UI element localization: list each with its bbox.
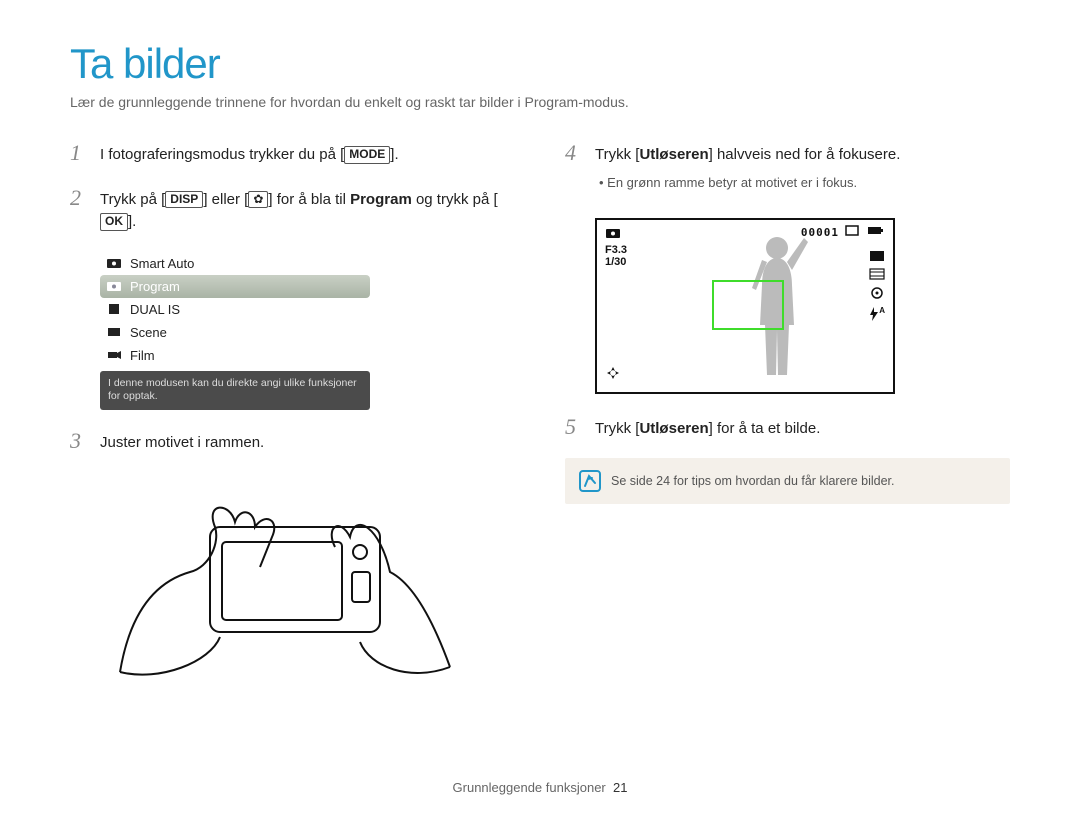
shutter-bold: Utløseren: [639, 146, 708, 163]
step2-pre: Trykk på [: [100, 191, 165, 208]
spacer: [565, 175, 583, 200]
camera-screen-mockup: F3.3 1/30 00001 A: [595, 218, 895, 394]
mode-label: Smart Auto: [130, 256, 194, 271]
step-number: 4: [565, 140, 583, 167]
step2-mid2: ] for å bla til: [268, 191, 350, 208]
film-icon: [106, 348, 122, 362]
flash-auto-icon: A: [869, 306, 885, 322]
disp-button-label: DISP: [165, 191, 203, 209]
shutter-bold: Utløseren: [639, 420, 708, 437]
left-column: 1 I fotograferingsmodus trykker du på [M…: [70, 140, 515, 702]
mode-description: I denne modusen kan du direkte angi ulik…: [100, 371, 370, 410]
step5-pre: Trykk [: [595, 420, 639, 437]
right-column: 4 Trykk [Utløseren] halvveis ned for å f…: [565, 140, 1010, 702]
step-5: 5 Trykk [Utløseren] for å ta et bilde.: [565, 414, 1010, 441]
mode-item-dual-is: DUAL IS: [100, 298, 370, 321]
mode-label: Program: [130, 279, 180, 294]
step-number: 3: [70, 428, 88, 455]
macro-icon: ✿: [248, 191, 268, 209]
camera-mode-icon: [605, 226, 621, 242]
camera-hold-illustration: [100, 472, 460, 702]
mode-item-film: Film: [100, 344, 370, 367]
tip-text: Se side 24 for tips om hvordan du får kl…: [611, 474, 894, 488]
step2-post: og trykk på [: [412, 191, 498, 208]
step-number: 2: [70, 185, 88, 234]
step-text: Trykk [Utløseren] for å ta et bilde.: [595, 414, 820, 441]
footer-label: Grunnleggende funksjoner: [453, 780, 606, 795]
info-icon: [579, 470, 601, 492]
dual-is-icon: [106, 302, 122, 316]
metering-icon: [869, 286, 885, 303]
stabilizer-icon: [605, 365, 621, 384]
card-icon: [845, 225, 859, 239]
mode-item-program: Program: [100, 275, 370, 298]
scene-icon: [106, 325, 122, 339]
step-text: Juster motivet i rammen.: [100, 428, 264, 455]
mode-item-scene: Scene: [100, 321, 370, 344]
mode-label: Film: [130, 348, 155, 363]
step-number: 5: [565, 414, 583, 441]
step1-post: ].: [390, 146, 398, 163]
step4-pre: Trykk [: [595, 146, 639, 163]
step5-post: ] for å ta et bilde.: [709, 420, 821, 437]
quality-icon: [869, 268, 885, 283]
shutter-label: 1/30: [605, 256, 626, 268]
smart-auto-icon: [106, 256, 122, 270]
page-subtitle: Lær de grunnleggende trinnene for hvorda…: [70, 94, 1010, 110]
mode-menu: Smart Auto Program DUAL IS Scene: [100, 252, 370, 410]
step2-end: ].: [128, 213, 136, 230]
step2-mid: ] eller [: [203, 191, 248, 208]
step-1: 1 I fotograferingsmodus trykker du på [M…: [70, 140, 515, 167]
step-text: I fotograferingsmodus trykker du på [MOD…: [100, 140, 399, 167]
step-text: Trykk [Utløseren] halvveis ned for å fok…: [595, 140, 900, 167]
step-4: 4 Trykk [Utløseren] halvveis ned for å f…: [565, 140, 1010, 167]
step-number: 1: [70, 140, 88, 167]
page-footer: Grunnleggende funksjoner 21: [0, 780, 1080, 795]
mode-label: DUAL IS: [130, 302, 180, 317]
counter-label: 00001: [801, 226, 839, 239]
step4-post: ] halvveis ned for å fokusere.: [709, 146, 901, 163]
step1-pre: I fotograferingsmodus trykker du på [: [100, 146, 344, 163]
aperture-label: F3.3: [605, 244, 627, 256]
step-2: 2 Trykk på [DISP] eller [✿] for å bla ti…: [70, 185, 515, 234]
step-4-sub: • En grønn ramme betyr at motivet er i f…: [565, 175, 1010, 200]
battery-icon: [867, 225, 885, 239]
page-title: Ta bilder: [70, 40, 1010, 88]
size-icon: [869, 250, 885, 265]
step-text: Trykk på [DISP] eller [✿] for å bla til …: [100, 185, 515, 234]
content-columns: 1 I fotograferingsmodus trykker du på [M…: [70, 140, 1010, 702]
ok-button-label: OK: [100, 213, 128, 231]
step-3: 3 Juster motivet i rammen.: [70, 428, 515, 455]
mode-item-smart-auto: Smart Auto: [100, 252, 370, 275]
focus-frame: [712, 280, 784, 330]
mode-button-label: MODE: [344, 146, 390, 164]
footer-page-number: 21: [613, 780, 627, 795]
step4-bullet: • En grønn ramme betyr at motivet er i f…: [599, 175, 857, 190]
mode-label: Scene: [130, 325, 167, 340]
tip-box: Se side 24 for tips om hvordan du får kl…: [565, 458, 1010, 504]
program-icon: [106, 279, 122, 293]
program-bold: Program: [350, 191, 412, 208]
